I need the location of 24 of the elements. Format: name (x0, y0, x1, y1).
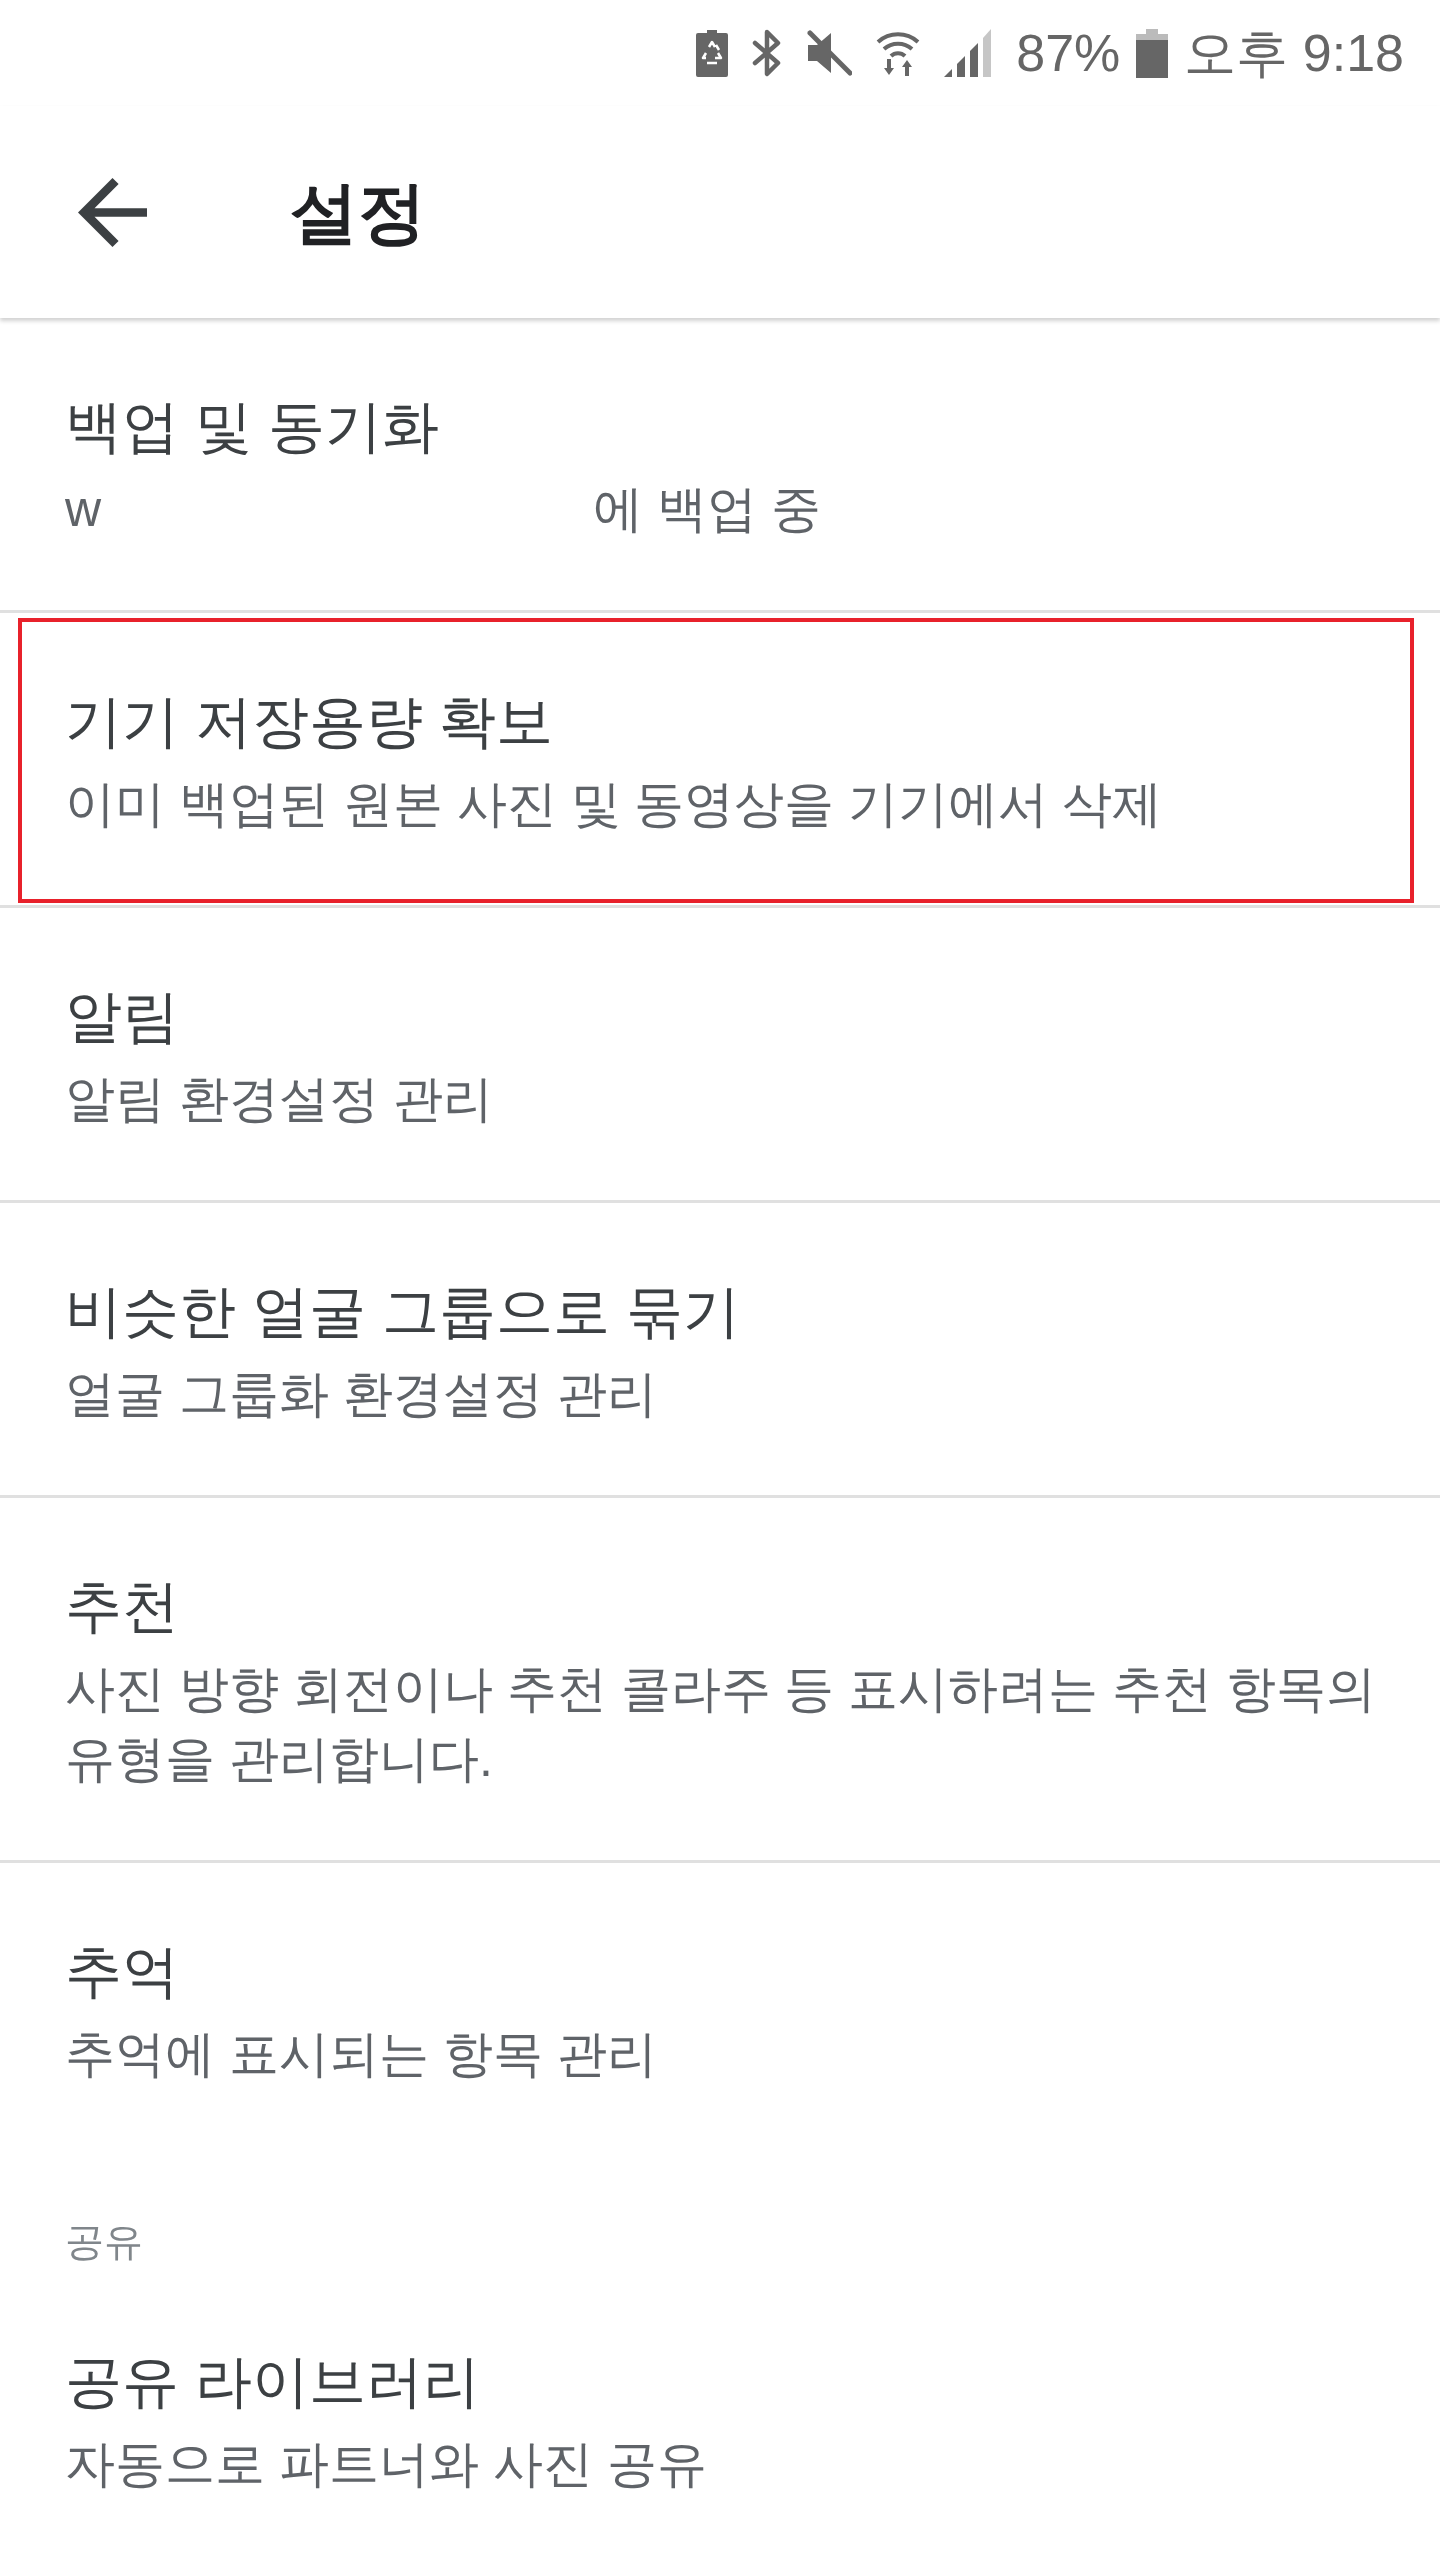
setting-subtitle: 알림 환경설정 관리 (65, 1070, 493, 1129)
bluetooth-icon (752, 29, 783, 77)
clock: 오후 9:18 (1184, 23, 1404, 83)
setting-subtitle: 추억에 표시되는 항목 관리 (65, 2025, 657, 2084)
setting-subtitle: 사진 방향 회전이나 추천 콜라주 등 표시하려는 추천 항목의 유형을 관리합니다. (65, 1660, 1378, 1789)
setting-subtitle: w (65, 480, 102, 539)
setting-title: 기기 저장용량 확보 (65, 688, 553, 755)
battery-percentage: 87% (1016, 23, 1121, 83)
setting-title: 추천 (65, 1573, 179, 1640)
battery-icon (1136, 28, 1169, 78)
screen-title: 설정 (290, 173, 426, 252)
setting-subtitle: 얼굴 그룹화 환경설정 관리 (65, 1365, 657, 1424)
speaker-muted-icon (806, 29, 853, 77)
setting-title: 추억 (65, 1938, 179, 2005)
setting-subtitle: 자동으로 파트너와 사진 공유 (65, 2435, 707, 2494)
battery-recycle-icon (696, 29, 729, 77)
setting-title: 비슷한 얼굴 그룹으로 묶기 (65, 1278, 740, 1345)
setting-title: 알림 (65, 983, 179, 1050)
setting-title: 공유 라이브러리 (65, 2348, 480, 2415)
setting-subtitle: 에 백업 중 (593, 480, 821, 539)
setting-title: 백업 및 동기화 (65, 393, 439, 460)
section-header: 공유 (65, 2219, 143, 2265)
setting-subtitle: 이미 백업된 원본 사진 및 동영상을 기기에서 삭제 (65, 775, 1163, 834)
back-arrow-icon[interactable] (78, 177, 147, 247)
